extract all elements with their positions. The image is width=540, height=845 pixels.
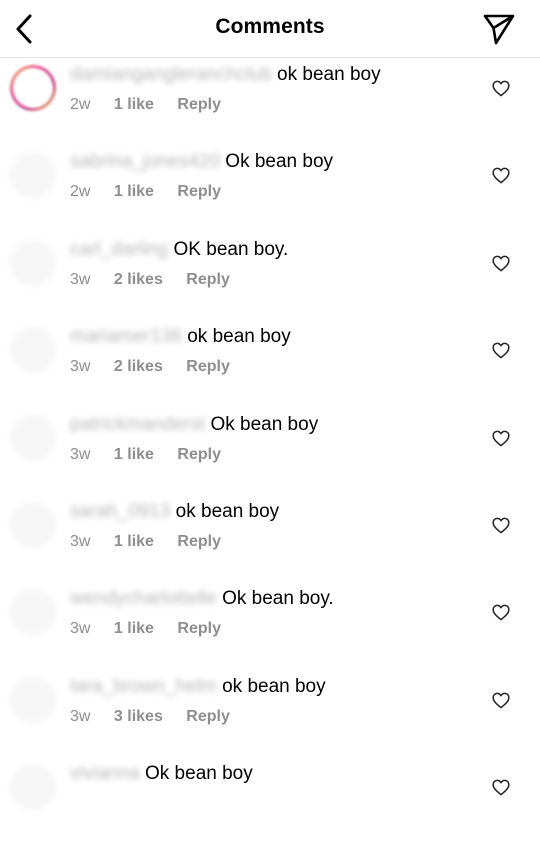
comment-age: 3w bbox=[70, 358, 91, 376]
likes-count[interactable]: 2 likes bbox=[114, 358, 163, 375]
comment-text: ok bean boy bbox=[222, 675, 326, 697]
heart-icon[interactable] bbox=[492, 80, 510, 97]
reply-button[interactable]: Reply bbox=[186, 271, 230, 288]
heart-icon[interactable] bbox=[492, 167, 510, 184]
comment-text-line: wendycharlottelle Ok bean boy. bbox=[70, 588, 334, 610]
comment-item: carl_darling OK bean boy. 3w 2 likes Rep… bbox=[0, 233, 540, 320]
comment-item: sarah_0913 ok bean boy 3w 1 like Reply bbox=[0, 495, 540, 582]
comment-age: 3w bbox=[70, 707, 91, 725]
reply-button[interactable]: Reply bbox=[177, 183, 221, 200]
header-bar: Comments bbox=[0, 0, 540, 58]
reply-button[interactable]: Reply bbox=[177, 96, 221, 113]
share-button[interactable] bbox=[482, 12, 516, 46]
comment-text-line: sabrina_jones420 Ok bean boy bbox=[70, 151, 333, 173]
comment-meta: 3w 1 like Reply bbox=[70, 446, 240, 464]
reply-button[interactable]: Reply bbox=[186, 708, 230, 725]
heart-icon[interactable] bbox=[492, 430, 510, 447]
comment-meta: 3w 3 likes Reply bbox=[70, 708, 249, 726]
comment-text-line: damiangangleranchclub ok bean boy bbox=[70, 64, 381, 86]
comment-age: 3w bbox=[70, 620, 91, 638]
comment-username[interactable]: sarah_0913 bbox=[70, 501, 170, 522]
comment-text: Ok bean boy bbox=[210, 413, 319, 435]
comment-item: sabrina_jones420 Ok bean boy 2w 1 like R… bbox=[0, 145, 540, 232]
comment-item: wendycharlottelle Ok bean boy. 3w 1 like… bbox=[0, 582, 540, 669]
comment-text-line: carl_darling OK bean boy. bbox=[70, 239, 288, 261]
comment-age: 3w bbox=[70, 532, 91, 550]
comment-meta: 3w 1 like Reply bbox=[70, 620, 240, 638]
heart-icon[interactable] bbox=[492, 692, 510, 709]
heart-icon[interactable] bbox=[492, 342, 510, 359]
comment-text: ok bean boy bbox=[175, 500, 280, 522]
avatar[interactable] bbox=[10, 676, 56, 723]
comment-username[interactable]: patrickmanderst bbox=[70, 414, 205, 435]
comment-item: damiangangleranchclub ok bean boy 2w 1 l… bbox=[0, 58, 540, 145]
comment-text: OK bean boy. bbox=[173, 238, 289, 260]
likes-count[interactable]: 1 like bbox=[114, 96, 154, 113]
avatar[interactable] bbox=[10, 764, 56, 811]
avatar[interactable] bbox=[10, 65, 56, 111]
comment-text: Ok bean boy bbox=[225, 151, 334, 173]
comment-item: tara_brown_helm ok bean boy 3w 3 likes R… bbox=[0, 670, 540, 757]
comments-list: damiangangleranchclub ok bean boy 2w 1 l… bbox=[0, 58, 540, 845]
comment-username[interactable]: carl_darling bbox=[70, 239, 168, 260]
comment-age: 2w bbox=[70, 183, 91, 201]
comment-text-line: tara_brown_helm ok bean boy bbox=[70, 676, 326, 698]
comment-text: Ok bean boy bbox=[145, 763, 253, 785]
comment-item: mariamer136 ok bean boy 3w 2 likes Reply bbox=[0, 320, 540, 407]
likes-count[interactable]: 2 likes bbox=[114, 271, 163, 288]
comment-meta: 2w 1 like Reply bbox=[70, 96, 240, 114]
comment-username[interactable]: tara_brown_helm bbox=[70, 676, 217, 697]
page-title: Comments bbox=[215, 15, 325, 38]
paper-plane-icon bbox=[483, 14, 515, 45]
comment-text-line: vivianna Ok bean boy bbox=[70, 763, 253, 785]
avatar[interactable] bbox=[10, 501, 56, 548]
comment-username[interactable]: mariamer136 bbox=[70, 326, 182, 347]
comment-text: ok bean boy bbox=[277, 64, 381, 85]
comment-text-line: sarah_0913 ok bean boy bbox=[70, 501, 279, 523]
comment-username[interactable]: vivianna bbox=[70, 763, 140, 784]
likes-count[interactable]: 1 like bbox=[114, 620, 154, 637]
likes-count[interactable]: 1 like bbox=[114, 533, 154, 550]
avatar[interactable] bbox=[10, 414, 56, 461]
comment-meta: 3w 1 like Reply bbox=[70, 533, 240, 551]
comment-text: ok bean boy bbox=[187, 326, 291, 348]
comment-text-line: mariamer136 ok bean boy bbox=[70, 326, 291, 348]
heart-icon[interactable] bbox=[492, 517, 510, 534]
comment-text: Ok bean boy. bbox=[222, 588, 334, 610]
likes-count[interactable]: 3 likes bbox=[114, 708, 163, 725]
comment-username[interactable]: wendycharlottelle bbox=[70, 588, 217, 609]
heart-icon[interactable] bbox=[492, 255, 510, 272]
comment-age: 3w bbox=[70, 270, 91, 288]
comment-meta: 3w 2 likes Reply bbox=[70, 271, 249, 289]
comment-username[interactable]: sabrina_jones420 bbox=[70, 151, 220, 172]
comment-age: 2w bbox=[70, 96, 91, 113]
comment-meta bbox=[70, 795, 127, 813]
reply-button[interactable]: Reply bbox=[177, 533, 221, 550]
comment-age: 3w bbox=[70, 445, 91, 463]
likes-count[interactable]: 1 like bbox=[114, 183, 154, 200]
comment-item: patrickmanderst Ok bean boy 3w 1 like Re… bbox=[0, 408, 540, 495]
comment-meta: 2w 1 like Reply bbox=[70, 183, 240, 201]
reply-button[interactable]: Reply bbox=[177, 620, 221, 637]
avatar[interactable] bbox=[10, 239, 56, 286]
avatar[interactable] bbox=[10, 327, 56, 374]
comment-item: vivianna Ok bean boy bbox=[0, 757, 540, 844]
likes-count[interactable]: 1 like bbox=[114, 446, 154, 463]
reply-button[interactable]: Reply bbox=[186, 358, 230, 375]
heart-icon[interactable] bbox=[492, 604, 510, 621]
comment-username[interactable]: damiangangleranchclub bbox=[70, 64, 272, 85]
avatar[interactable] bbox=[10, 589, 56, 636]
comment-text-line: patrickmanderst Ok bean boy bbox=[70, 414, 318, 436]
comment-meta: 3w 2 likes Reply bbox=[70, 358, 249, 376]
reply-button[interactable]: Reply bbox=[177, 446, 221, 463]
heart-icon[interactable] bbox=[492, 779, 510, 796]
avatar[interactable] bbox=[10, 152, 56, 199]
